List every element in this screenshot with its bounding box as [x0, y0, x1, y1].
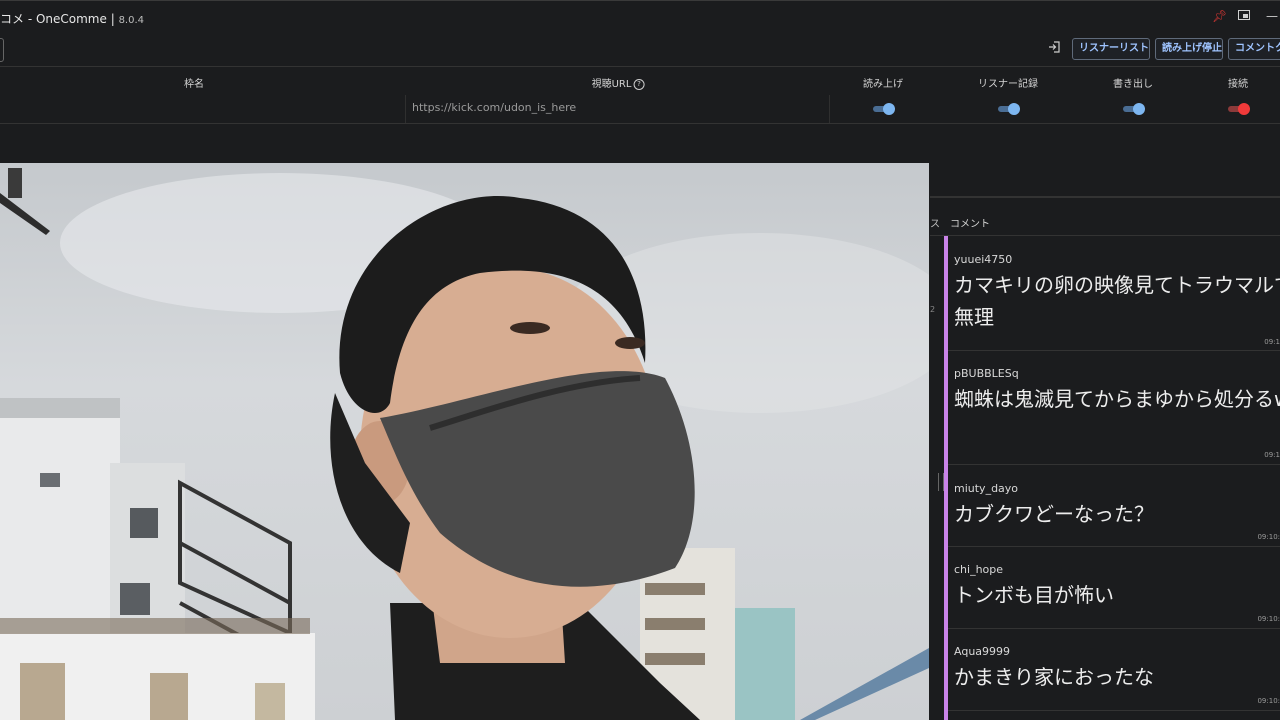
comment-panel: ス コメント 2 yuuei4750 カマキリの卵の映像見てトラウマルで無理 0…	[930, 205, 1280, 720]
comment-item[interactable]: miuty_dayo カブクワどーなった？ 09:10:	[948, 465, 1280, 547]
pin-icon[interactable]: 📌︎	[1212, 9, 1227, 23]
header-read-aloud: 読み上げ	[863, 79, 903, 90]
header-connect: 接続	[1228, 79, 1248, 90]
url-value: https://kick.com/udon_is_here	[412, 101, 577, 114]
resize-grip[interactable]	[938, 473, 944, 491]
add-frame-button[interactable]	[0, 38, 4, 62]
comment-time: 09:1	[1264, 338, 1280, 346]
comment-time: 09:1	[1264, 451, 1280, 459]
header-frame-name: 枠名	[184, 79, 204, 90]
export-toggle[interactable]	[1123, 103, 1145, 115]
comment-author: chi_hope	[954, 563, 1004, 576]
comment-time: 09:10:	[1257, 697, 1280, 705]
comment-item[interactable]: yuuei4750 カマキリの卵の映像見てトラウマルで無理 09:1	[948, 236, 1280, 351]
comment-text: 蜘蛛は鬼滅見てからまゆから処分るw	[954, 387, 1280, 411]
comment-time: 09:10:	[1257, 615, 1280, 623]
panel-column-label: ス	[930, 219, 940, 230]
url-field[interactable]: https://kick.com/udon_is_here	[405, 95, 830, 123]
comment-text: トンボも目が怖い	[954, 583, 1114, 607]
comment-item[interactable]: Aqua9999 かまきり家におったな 09:10:	[948, 629, 1280, 711]
header-viewing-url: 視聴URL?	[592, 75, 645, 90]
comment-text: カマキリの卵の映像見てトラウマルで無理	[954, 273, 1280, 329]
side-number: 2	[930, 305, 936, 314]
read-aloud-toggle[interactable]	[873, 103, 895, 115]
header-viewing-url-label: 視聴URL	[591, 79, 632, 90]
header-listener-record: リスナー記録	[978, 79, 1038, 90]
listener-list-button[interactable]: リスナーリスト	[1072, 38, 1150, 60]
camera-preview	[0, 163, 929, 720]
comment-time: 09:10:	[1257, 533, 1280, 541]
app-title: コメ - OneComme | 8.0.4	[0, 10, 144, 27]
app-title-text: コメ - OneComme |	[0, 12, 115, 26]
comment-author: miuty_dayo	[954, 482, 1019, 495]
comment-author: Aqua9999	[954, 645, 1011, 658]
comment-button[interactable]: コメントク	[1228, 38, 1280, 60]
comment-text: かまきり家におったな	[954, 665, 1154, 689]
header-export: 書き出し	[1113, 79, 1153, 90]
panel-divider[interactable]	[930, 196, 1280, 198]
panel-title: コメント	[950, 219, 990, 230]
help-icon[interactable]: ?	[633, 78, 645, 90]
connect-toggle[interactable]	[1228, 103, 1250, 115]
comment-item[interactable]: chi_hope トンボも目が怖い 09:10:	[948, 547, 1280, 629]
camera-scene	[0, 168, 929, 720]
title-bar: コメ - OneComme | 8.0.4 📌︎ —	[0, 0, 1280, 33]
table-row: https://kick.com/udon_is_here	[0, 95, 1280, 124]
listener-record-toggle[interactable]	[998, 103, 1020, 115]
comment-panel-header: ス コメント	[930, 205, 1280, 236]
stop-reading-button[interactable]: 読み上げ停止	[1155, 38, 1223, 60]
minimize-icon[interactable]: —	[1266, 9, 1278, 23]
table-header: 枠名 視聴URL? 読み上げ リスナー記録 書き出し 接続	[0, 66, 1280, 96]
comment-author: pBUBBLESq	[954, 367, 1019, 380]
comment-text: カブクワどーなった？	[954, 502, 1154, 526]
comment-author: yuuei4750	[954, 253, 1013, 266]
app-version: 8.0.4	[118, 15, 145, 26]
picture-in-picture-icon[interactable]	[1238, 9, 1250, 23]
login-icon[interactable]	[1048, 41, 1060, 57]
toolbar: リスナーリスト 読み上げ停止 コメントク	[0, 32, 1280, 66]
comment-item[interactable]: pBUBBLESq 蜘蛛は鬼滅見てからまゆから処分るw 09:1	[948, 351, 1280, 465]
